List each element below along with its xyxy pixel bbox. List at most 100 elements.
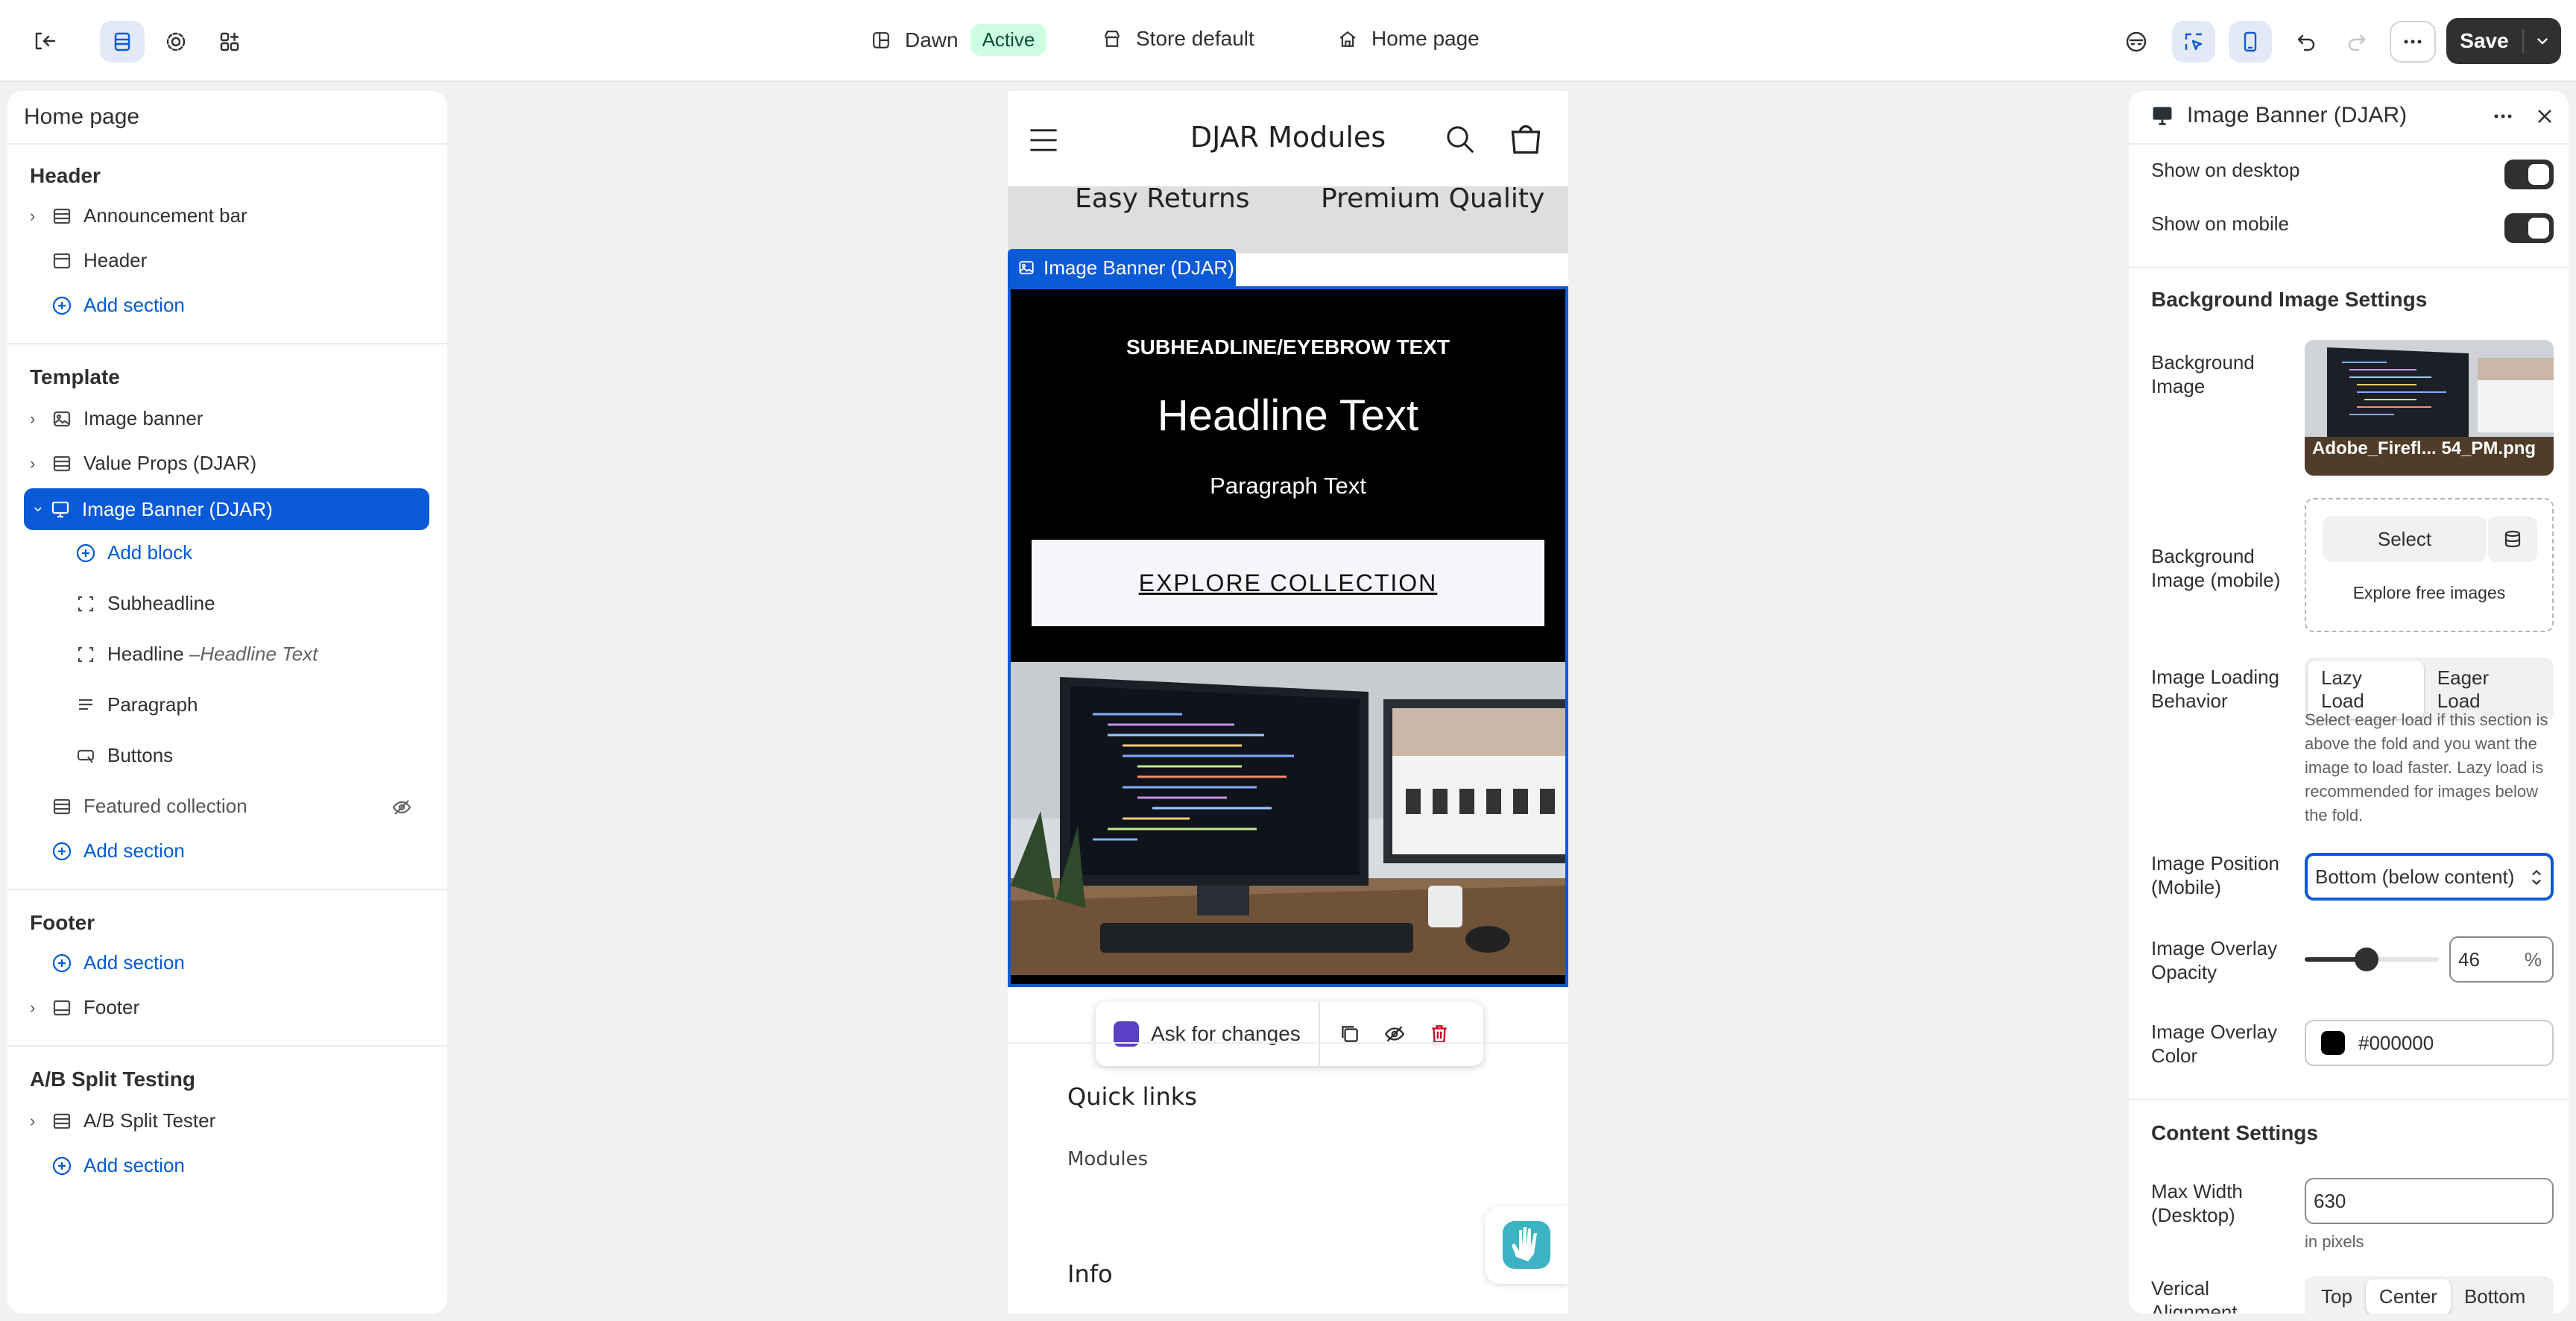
block-label: Headline (107, 643, 184, 665)
settings-title: Image Banner (DJAR) (2187, 103, 2408, 127)
block-buttons[interactable]: Buttons (75, 744, 173, 767)
chevron-right-icon[interactable]: › (30, 998, 51, 1018)
block-headline[interactable]: Headline – Headline Text (75, 643, 318, 666)
valign-top-option[interactable]: Top (2308, 1279, 2366, 1314)
overlay-opacity-label: Image Overlay Opacity (2151, 937, 2278, 983)
explore-free-images-link[interactable]: Explore free images (2306, 583, 2552, 603)
home-icon (1339, 31, 1356, 47)
exit-icon[interactable] (25, 22, 63, 60)
add-section-ab-button[interactable]: Add section (51, 1154, 185, 1177)
section-header[interactable]: Header (51, 249, 147, 272)
add-section-template-button[interactable]: Add section (51, 839, 185, 863)
add-section-footer-button[interactable]: Add section (51, 951, 185, 974)
save-button[interactable]: Save (2446, 29, 2524, 53)
section-value-props[interactable]: › Value Props (DJAR) (30, 452, 256, 475)
footer-section[interactable]: Quick links Modules Info (1008, 1042, 1568, 1314)
valign-center-option[interactable]: Center (2365, 1279, 2451, 1314)
paragraph-text[interactable]: Paragraph Text (1011, 473, 1565, 499)
group-ab-label: A/B Split Testing (30, 1068, 195, 1091)
section-label: Value Props (DJAR) (83, 452, 257, 474)
selected-section-tag[interactable]: Image Banner (DJAR) (1008, 249, 1236, 286)
save-options-dropdown[interactable] (2524, 31, 2561, 51)
gear-icon[interactable] (157, 22, 195, 61)
section-label: Image banner (83, 407, 203, 429)
close-icon[interactable] (2531, 103, 2558, 130)
section-label: A/B Split Tester (83, 1109, 216, 1132)
store-name[interactable]: DJAR Modules (1008, 121, 1568, 154)
chevron-down-icon[interactable]: › (29, 499, 48, 520)
theme-selector[interactable]: Dawn Active (869, 24, 1047, 56)
chat-widget-button[interactable] (1485, 1206, 1568, 1284)
chevron-right-icon[interactable]: › (30, 206, 51, 226)
show-mobile-toggle[interactable] (2504, 213, 2554, 243)
section-label: Footer (83, 996, 140, 1018)
show-desktop-label: Show on desktop (2151, 159, 2300, 181)
group-footer-label: Footer (30, 911, 95, 934)
max-width-input[interactable]: 630 (2305, 1178, 2554, 1224)
image-position-value: Bottom (below content) (2315, 865, 2515, 888)
mobile-view-icon[interactable] (2229, 21, 2272, 63)
overlay-opacity-slider[interactable] (2305, 948, 2439, 971)
sections-icon[interactable] (100, 21, 145, 63)
chevron-down-icon (2536, 38, 2548, 45)
image-position-select[interactable]: Bottom (below content) (2305, 853, 2554, 901)
undo-icon[interactable] (2287, 22, 2326, 61)
redo-icon[interactable] (2337, 22, 2376, 61)
block-paragraph[interactable]: Paragraph (75, 693, 198, 716)
bg-image-picker[interactable]: Adobe_Firefl... 54_PM.png (2305, 340, 2554, 476)
plus-circle-icon (52, 1156, 72, 1175)
chevron-right-icon[interactable]: › (30, 409, 51, 429)
value-props-section[interactable]: Easy Returns Premium Quality (1008, 183, 1568, 253)
add-section-label: Add section (83, 1154, 185, 1176)
store-preview[interactable]: Easy Returns Premium Quality DJAR Module… (1008, 91, 1568, 1314)
overlay-color-value: #000000 (2358, 1031, 2434, 1054)
store-context-label: Store default (1136, 27, 1254, 50)
overlay-color-field[interactable]: #000000 (2305, 1020, 2554, 1066)
add-section-header-button[interactable]: Add section (51, 294, 185, 317)
headline-text[interactable]: Headline Text (1011, 391, 1565, 441)
overlay-opacity-input[interactable]: 46 % (2449, 936, 2554, 983)
section-label: Header (83, 249, 148, 271)
divider (2129, 267, 2569, 268)
eye-off-icon[interactable] (391, 796, 413, 819)
image-banner-section[interactable]: SUBHEADLINE/EYEBROW TEXT Headline Text P… (1008, 286, 1568, 987)
store-context-selector[interactable]: Store default (1100, 27, 1254, 51)
more-icon[interactable] (2390, 21, 2436, 63)
media-library-button[interactable] (2488, 516, 2537, 562)
section-featured-collection[interactable]: Featured collection (51, 795, 247, 818)
section-label: Announcement bar (83, 204, 247, 227)
section-image-banner[interactable]: › Image banner (30, 407, 203, 430)
section-announcement-bar[interactable]: › Announcement bar (30, 204, 247, 227)
opacity-unit: % (2524, 948, 2542, 971)
block-subheadline[interactable]: Subheadline (75, 592, 215, 615)
divider (7, 889, 447, 890)
select-image-button[interactable]: Select (2323, 516, 2487, 562)
show-desktop-toggle[interactable] (2504, 160, 2554, 189)
add-block-button[interactable]: Add block (75, 541, 192, 564)
chevron-right-icon[interactable]: › (30, 1112, 51, 1131)
valign-bottom-option[interactable]: Bottom (2451, 1279, 2539, 1314)
divider (2129, 143, 2569, 145)
inspector-icon[interactable] (2172, 21, 2215, 63)
more-icon[interactable] (2490, 103, 2516, 130)
overlay-color-label: Image Overlay Color (2151, 1021, 2278, 1067)
footer-link[interactable]: Modules (1067, 1148, 1148, 1170)
theme-name: Dawn (905, 28, 959, 51)
group-template-label: Template (30, 365, 120, 388)
section-ab-tester[interactable]: › A/B Split Tester (30, 1109, 215, 1132)
section-image-banner-djar[interactable]: › Image Banner (DJAR) (24, 488, 429, 530)
plus-circle-icon (52, 842, 72, 860)
page-selector[interactable]: Home page (1336, 27, 1480, 51)
text-block-icon (78, 596, 94, 611)
subheadline-text[interactable]: SUBHEADLINE/EYEBROW TEXT (1011, 335, 1565, 359)
color-swatch[interactable] (2321, 1031, 2345, 1055)
explore-collection-button[interactable]: EXPLORE COLLECTION (1032, 540, 1544, 626)
section-tag-label: Image Banner (DJAR) (1044, 256, 1234, 279)
section-footer[interactable]: › Footer (30, 996, 139, 1019)
slider-handle[interactable] (2354, 948, 2378, 971)
apps-icon[interactable] (210, 22, 249, 61)
search-icon[interactable] (1443, 122, 1477, 157)
cart-icon[interactable] (1507, 121, 1544, 158)
chevron-right-icon[interactable]: › (30, 454, 51, 473)
ai-assistant-icon[interactable] (2118, 24, 2154, 60)
